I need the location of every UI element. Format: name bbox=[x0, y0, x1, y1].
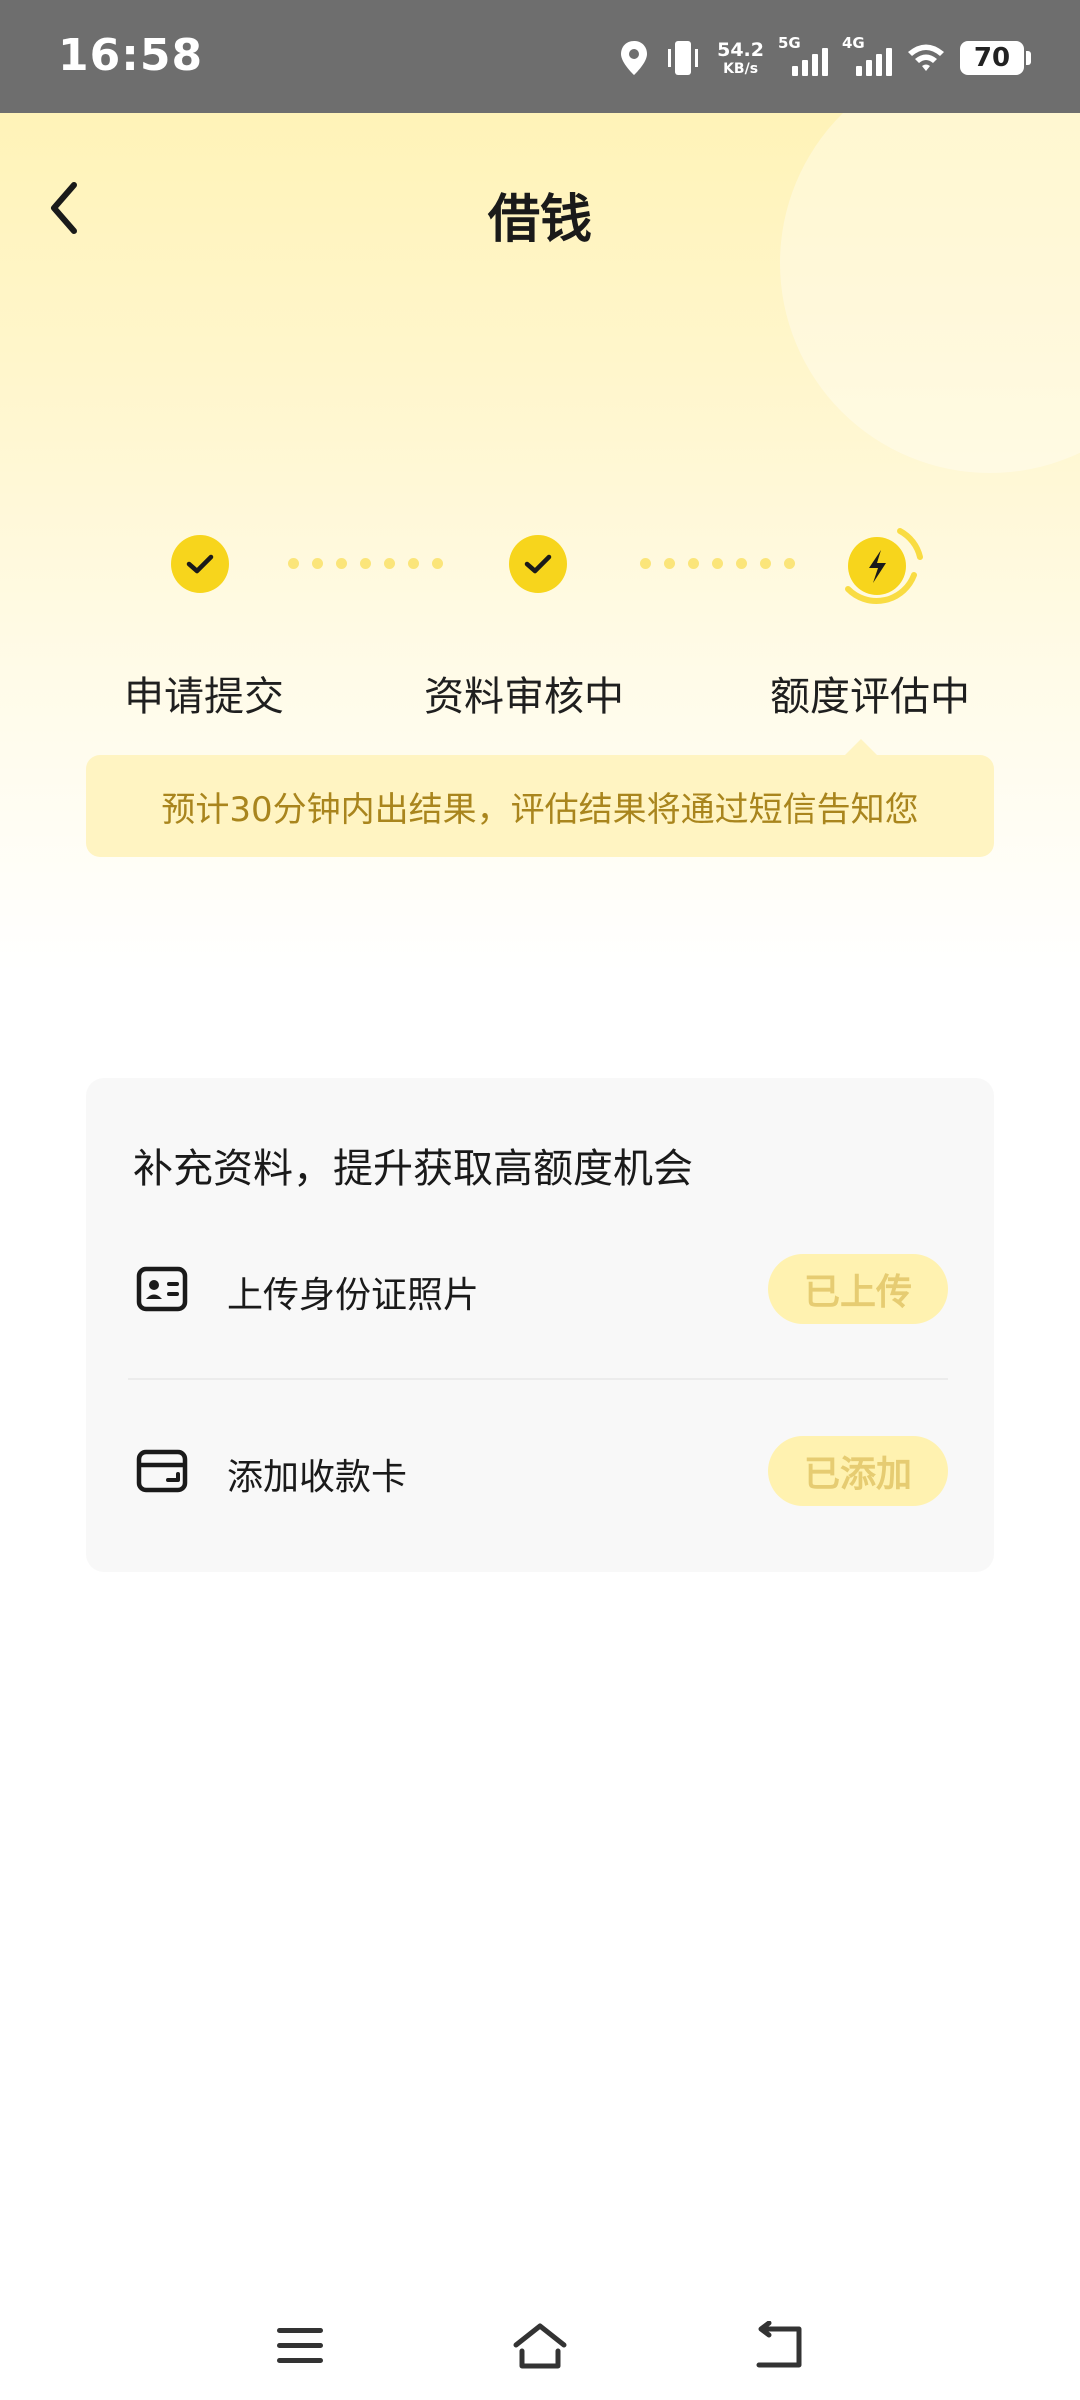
location-icon bbox=[621, 41, 648, 75]
signal-4g-icon: 4G bbox=[842, 34, 892, 76]
menu-nav-button[interactable] bbox=[260, 2306, 340, 2386]
status-icons: 54.2 KB/s 5G 4G 70 bbox=[619, 34, 1031, 82]
evaluation-tip: 预计30分钟内出结果，评估结果将通过短信告知您 bbox=[86, 755, 994, 857]
hero-section: 借钱 申请提交 资料审核中 额度评估中 预计30分钟内出结果，评估结果将通过短信… bbox=[0, 113, 1080, 973]
signal-5g-icon: 5G bbox=[778, 34, 828, 76]
battery-level: 70 bbox=[973, 43, 1011, 73]
signal-5g-label: 5G bbox=[778, 34, 801, 52]
evaluation-tip-text: 预计30分钟内出结果，评估结果将通过短信告知您 bbox=[161, 789, 919, 830]
battery-icon: 70 bbox=[960, 41, 1031, 75]
signal-4g-label: 4G bbox=[842, 34, 865, 52]
home-nav-button[interactable] bbox=[500, 2306, 580, 2386]
card-added-button[interactable]: 已添加 bbox=[768, 1436, 948, 1506]
status-bar: 16:58 54.2 KB/s 5G 4G 70 bbox=[0, 0, 1080, 113]
hero-decoration bbox=[780, 113, 1080, 473]
supplement-card: 补充资料，提升获取高额度机会 上传身份证照片 已上传 添加收款卡 已添加 bbox=[86, 1078, 994, 1572]
supplement-title: 补充资料，提升获取高额度机会 bbox=[133, 1146, 693, 1192]
return-icon bbox=[756, 2321, 802, 2368]
step-2-check-icon bbox=[509, 535, 567, 593]
id-upload-label: 上传身份证照片 bbox=[227, 1275, 480, 1316]
network-speed-value: 54.2 bbox=[717, 38, 764, 61]
step-connector-2 bbox=[640, 558, 795, 569]
menu-icon bbox=[277, 2328, 323, 2363]
step-1-label: 申请提交 bbox=[124, 674, 284, 720]
page-title: 借钱 bbox=[487, 190, 592, 250]
id-card-icon bbox=[136, 1266, 188, 1312]
tip-pointer bbox=[845, 739, 877, 755]
network-speed: 54.2 KB/s bbox=[717, 38, 764, 77]
list-item-id-upload[interactable]: 上传身份证照片 已上传 bbox=[86, 1240, 994, 1340]
vibrate-icon bbox=[668, 41, 699, 75]
wifi-icon bbox=[908, 44, 944, 71]
step-1-check-icon bbox=[171, 535, 229, 593]
back-nav-button[interactable] bbox=[740, 2306, 820, 2386]
add-card-label: 添加收款卡 bbox=[227, 1457, 408, 1498]
home-icon bbox=[513, 2323, 567, 2369]
step-2-label: 资料审核中 bbox=[424, 674, 624, 720]
divider bbox=[128, 1378, 948, 1380]
step-3-label: 额度评估中 bbox=[770, 674, 970, 720]
network-speed-unit: KB/s bbox=[723, 60, 759, 77]
step-3-lightning-icon bbox=[845, 528, 923, 604]
wallet-card-icon bbox=[136, 1449, 188, 1493]
system-nav-bar bbox=[0, 2290, 1080, 2400]
step-connector-1 bbox=[288, 558, 443, 569]
status-time: 16:58 bbox=[58, 30, 204, 81]
list-item-add-card[interactable]: 添加收款卡 已添加 bbox=[86, 1422, 994, 1522]
id-uploaded-button[interactable]: 已上传 bbox=[768, 1254, 948, 1324]
